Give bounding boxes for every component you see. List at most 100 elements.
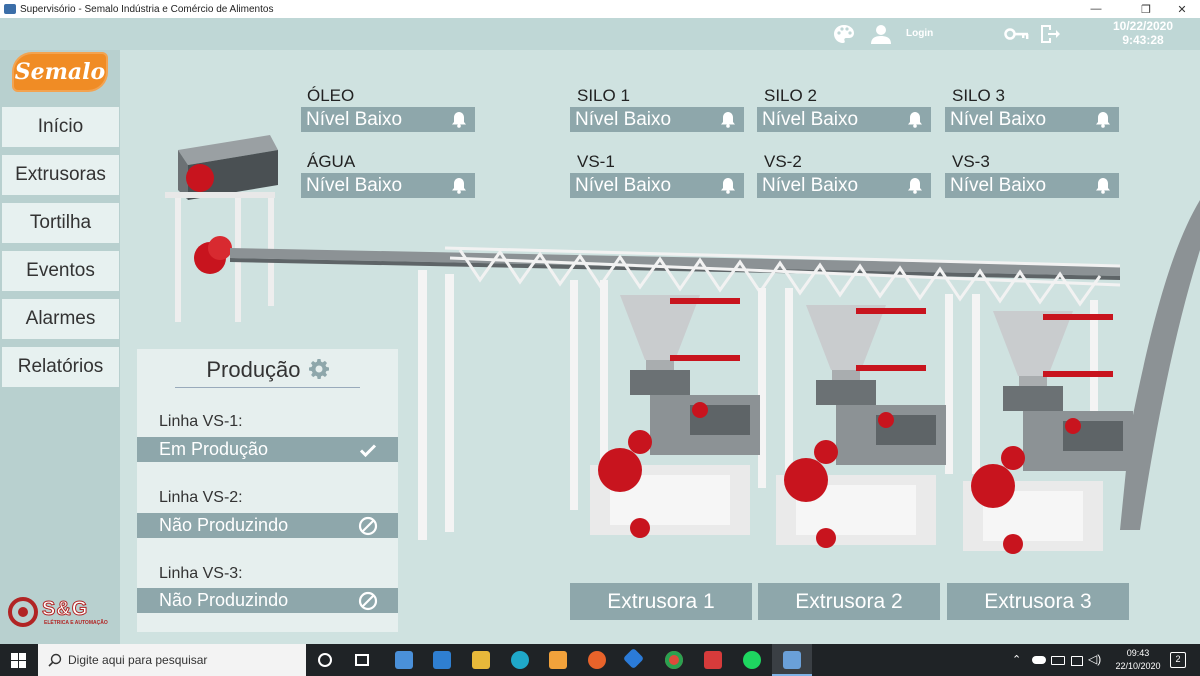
edge-icon[interactable] xyxy=(511,651,529,669)
level-status-text: Nível Baixo xyxy=(762,174,859,196)
extruder-2-button[interactable]: Extrusora 2 xyxy=(758,583,940,620)
nav-alarmes[interactable]: Alarmes xyxy=(2,299,119,339)
current-date: 10/22/2020 xyxy=(1112,19,1174,33)
supervisory-taskbar-icon xyxy=(783,651,801,669)
level-status-vs-1[interactable]: Nível Baixo xyxy=(570,173,744,198)
mail-icon[interactable] xyxy=(433,651,451,669)
line-status-text: Não Produzindo xyxy=(159,515,289,535)
level-label-silo-1: SILO 1 xyxy=(577,86,630,105)
output-conveyor xyxy=(1120,200,1200,530)
onedrive-icon[interactable] xyxy=(1032,656,1046,664)
bell-icon xyxy=(1096,112,1110,128)
level-status-silo-3[interactable]: Nível Baixo xyxy=(945,107,1119,132)
datetime: 10/22/2020 9:43:28 xyxy=(1098,19,1188,47)
bell-icon xyxy=(908,112,922,128)
window-titlebar: Supervisório - Semalo Indústria e Comérc… xyxy=(0,0,1200,18)
nav-tortilha[interactable]: Tortilha xyxy=(2,203,119,243)
task-view-icon[interactable] xyxy=(355,654,369,666)
taskbar-search[interactable]: Digite aqui para pesquisar xyxy=(38,644,306,676)
level-status-text: Nível Baixo xyxy=(575,174,672,196)
network-icon[interactable] xyxy=(1071,656,1083,666)
nav-eventos[interactable]: Eventos xyxy=(2,251,119,291)
nav-relatorios[interactable]: Relatórios xyxy=(2,347,119,387)
level-label-agua: ÁGUA xyxy=(307,152,356,171)
production-panel: Produção Linha VS-1: Em Produção Linha V… xyxy=(137,349,398,632)
firefox-icon[interactable] xyxy=(588,651,606,669)
maximize-button[interactable]: ❐ xyxy=(1126,0,1166,18)
app-icon-orange[interactable] xyxy=(549,651,567,669)
level-label-vs-1: VS-1 xyxy=(577,152,615,171)
cortana-icon[interactable] xyxy=(318,653,332,667)
search-placeholder: Digite aqui para pesquisar xyxy=(68,653,208,667)
taskbar-time: 09:43 xyxy=(1126,648,1150,658)
line-status-text: Em Produção xyxy=(159,439,269,459)
login-label[interactable]: Login xyxy=(906,28,933,39)
level-status-vs-3[interactable]: Nível Baixo xyxy=(945,173,1119,198)
tray-chevron-icon[interactable]: ⌃ xyxy=(1012,653,1021,666)
sg-logo-mark xyxy=(8,597,38,627)
nav-inicio[interactable]: Início xyxy=(2,107,119,147)
battery-icon[interactable] xyxy=(1051,656,1065,665)
window-title: Supervisório - Semalo Indústria e Comérc… xyxy=(20,3,274,15)
semalo-logo: Semalo xyxy=(12,52,108,92)
supervisory-app: Supervisório - Semalo Indústria e Comérc… xyxy=(0,0,1200,676)
user-icon[interactable] xyxy=(870,24,892,44)
dev-tool-icon[interactable] xyxy=(622,647,645,670)
spotify-icon[interactable] xyxy=(743,651,761,669)
level-status-text: Nível Baixo xyxy=(575,108,672,130)
volume-icon[interactable]: ◁) xyxy=(1088,652,1101,666)
os-taskbar: Digite aqui para pesquisar ⌃ ◁) 09:43 22… xyxy=(0,644,1200,676)
notification-icon[interactable]: 2 xyxy=(1170,652,1186,668)
extruder-1-button[interactable]: Extrusora 1 xyxy=(570,583,752,620)
windows-start-icon[interactable] xyxy=(11,653,26,668)
close-window-button[interactable]: ✕ xyxy=(1162,0,1200,18)
level-status-text: Nível Baixo xyxy=(762,108,859,130)
bell-icon xyxy=(452,178,466,194)
level-status-oleo[interactable]: Nível Baixo xyxy=(301,107,475,132)
production-title-text: Produção xyxy=(206,357,301,382)
logout-icon[interactable] xyxy=(1039,24,1061,44)
extruder-1-graphic xyxy=(590,295,760,538)
line-vs-2-status[interactable]: Não Produzindo xyxy=(137,513,398,538)
nav-extrusoras[interactable]: Extrusoras xyxy=(2,155,119,195)
blocked-icon xyxy=(358,516,378,536)
line-vs-1-label: Linha VS-1: xyxy=(159,413,243,430)
active-app-tile[interactable] xyxy=(772,644,812,676)
production-divider xyxy=(175,387,360,388)
extruder-3-graphic xyxy=(963,311,1133,554)
minimize-button[interactable]: — xyxy=(1076,0,1116,18)
blocked-icon xyxy=(358,591,378,611)
taskbar-clock[interactable]: 09:43 22/10/2020 xyxy=(1115,647,1161,673)
line-vs-3-status[interactable]: Não Produzindo xyxy=(137,588,398,613)
level-status-agua[interactable]: Nível Baixo xyxy=(301,173,475,198)
level-label-silo-3: SILO 3 xyxy=(952,86,1005,105)
level-status-text: Nível Baixo xyxy=(950,174,1047,196)
level-label-vs-2: VS-2 xyxy=(764,152,802,171)
production-title: Produção xyxy=(137,357,398,383)
extruder-3-button[interactable]: Extrusora 3 xyxy=(947,583,1129,620)
notification-count: 2 xyxy=(1175,654,1181,664)
file-explorer-icon[interactable] xyxy=(472,651,490,669)
search-icon xyxy=(48,653,62,667)
app-icon-red[interactable] xyxy=(704,651,722,669)
key-icon[interactable] xyxy=(1004,24,1030,44)
sg-logo-sub: ELÉTRICA E AUTOMAÇÃO xyxy=(44,620,108,626)
level-status-text: Nível Baixo xyxy=(950,108,1047,130)
current-time: 9:43:28 xyxy=(1122,33,1164,47)
store-icon[interactable] xyxy=(395,651,413,669)
check-icon xyxy=(359,444,377,458)
line-vs-1-status[interactable]: Em Produção xyxy=(137,437,398,462)
level-status-text: Nível Baixo xyxy=(306,108,403,130)
bell-icon xyxy=(452,112,466,128)
bell-icon xyxy=(721,112,735,128)
bell-icon xyxy=(1096,178,1110,194)
chrome-icon[interactable] xyxy=(665,651,683,669)
level-label-silo-2: SILO 2 xyxy=(764,86,817,105)
gear-icon[interactable] xyxy=(308,359,329,379)
level-status-silo-1[interactable]: Nível Baixo xyxy=(570,107,744,132)
palette-icon[interactable] xyxy=(833,24,855,44)
level-status-silo-2[interactable]: Nível Baixo xyxy=(757,107,931,132)
taskbar-date: 22/10/2020 xyxy=(1115,661,1161,671)
level-status-vs-2[interactable]: Nível Baixo xyxy=(757,173,931,198)
extruder-2-graphic xyxy=(776,305,946,548)
